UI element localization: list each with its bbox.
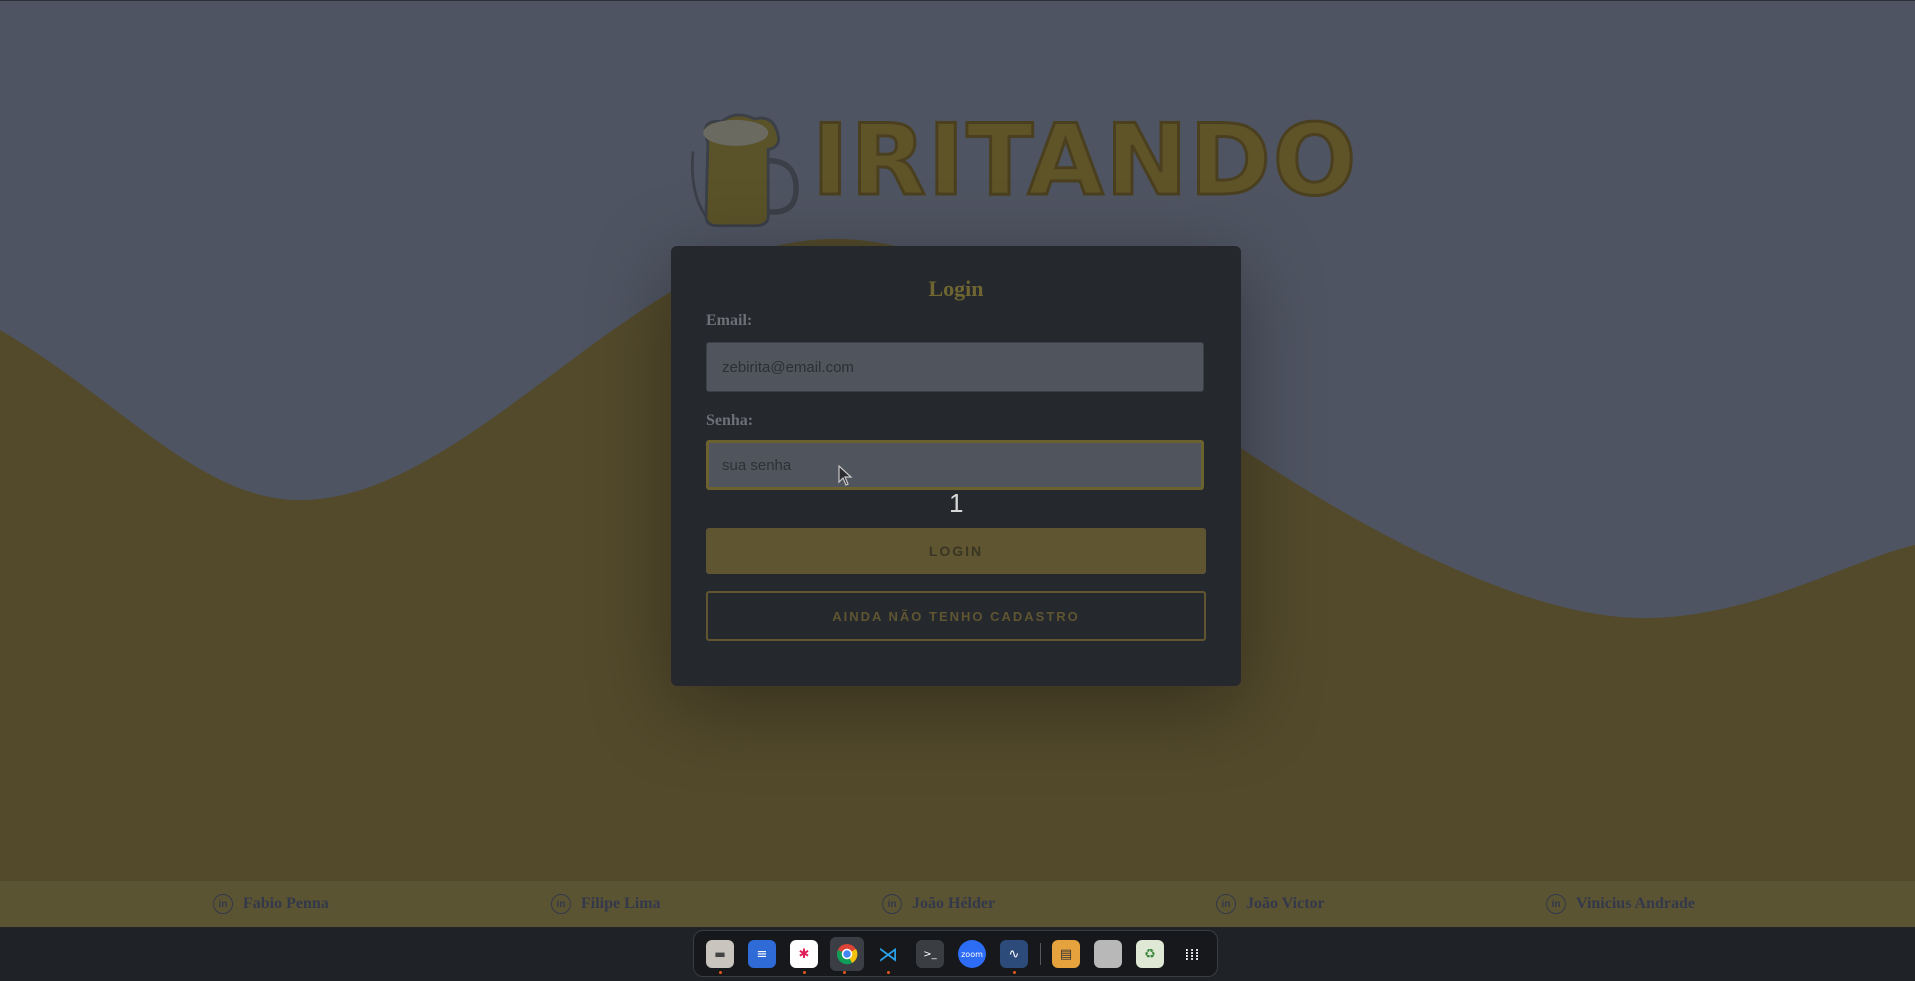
dock: ▬ ≡ ✱ ⋊ >_ zoom ∿ ▤ ♻ ⁞⁞⁞: [693, 930, 1218, 977]
credits-footer: in Fabio Penna in Filipe Lima in João Hé…: [0, 881, 1915, 927]
email-field[interactable]: zebirita@email.com: [706, 342, 1204, 392]
apps-grid-icon[interactable]: ⁞⁞⁞: [1178, 940, 1206, 968]
database-icon[interactable]: ∿: [1000, 940, 1028, 968]
credit-name: João Hélder: [912, 895, 996, 912]
vscode-icon[interactable]: ⋊: [874, 940, 902, 968]
mouse-cursor-icon: [838, 465, 853, 486]
running-indicator: [843, 971, 846, 974]
linkedin-icon: in: [882, 894, 902, 914]
running-indicator: [719, 971, 722, 974]
running-indicator: [887, 971, 890, 974]
email-label: Email:: [706, 312, 753, 329]
linkedin-icon: in: [213, 894, 233, 914]
credit-joao-victor[interactable]: in João Victor: [1216, 894, 1325, 914]
linkedin-icon: in: [551, 894, 571, 914]
credit-name: Filipe Lima: [581, 895, 661, 912]
linkedin-icon: in: [1216, 894, 1236, 914]
slack-icon[interactable]: ✱: [790, 940, 818, 968]
credit-vinicius-andrade[interactable]: in Vinicius Andrade: [1546, 894, 1695, 914]
login-button[interactable]: LOGIN: [706, 528, 1206, 574]
files-icon[interactable]: ▬: [706, 940, 734, 968]
chrome-icon[interactable]: [830, 937, 864, 971]
password-field[interactable]: sua senha: [706, 440, 1204, 490]
text-editor-icon[interactable]: ≡: [748, 940, 776, 968]
login-title: Login: [928, 276, 984, 301]
dock-separator: [1040, 943, 1041, 965]
overlay-counter: 1: [949, 488, 964, 518]
running-indicator: [1013, 971, 1016, 974]
credit-name: João Victor: [1246, 895, 1325, 912]
credit-fabio-penna[interactable]: in Fabio Penna: [213, 894, 329, 914]
terminal-icon[interactable]: >_: [916, 940, 944, 968]
password-label: Senha:: [706, 412, 754, 429]
linkedin-icon: in: [1546, 894, 1566, 914]
running-indicator: [803, 971, 806, 974]
zoom-icon[interactable]: zoom: [958, 940, 986, 968]
credit-name: Fabio Penna: [243, 895, 329, 912]
top-border: [0, 0, 1915, 1]
document-icon[interactable]: [1094, 940, 1122, 968]
credit-joao-helder[interactable]: in João Hélder: [882, 894, 995, 914]
trash-icon[interactable]: ♻: [1136, 940, 1164, 968]
clapper-icon[interactable]: ▤: [1052, 940, 1080, 968]
logo-text: IRITANDO: [810, 104, 1359, 218]
credit-name: Vinicius Andrade: [1576, 895, 1695, 912]
credit-filipe-lima[interactable]: in Filipe Lima: [551, 894, 661, 914]
beer-mug-logo: [690, 113, 799, 228]
register-button[interactable]: AINDA NÃO TENHO CADASTRO: [706, 591, 1206, 641]
login-card: Login Email: zebirita@email.com Senha: s…: [671, 246, 1241, 686]
